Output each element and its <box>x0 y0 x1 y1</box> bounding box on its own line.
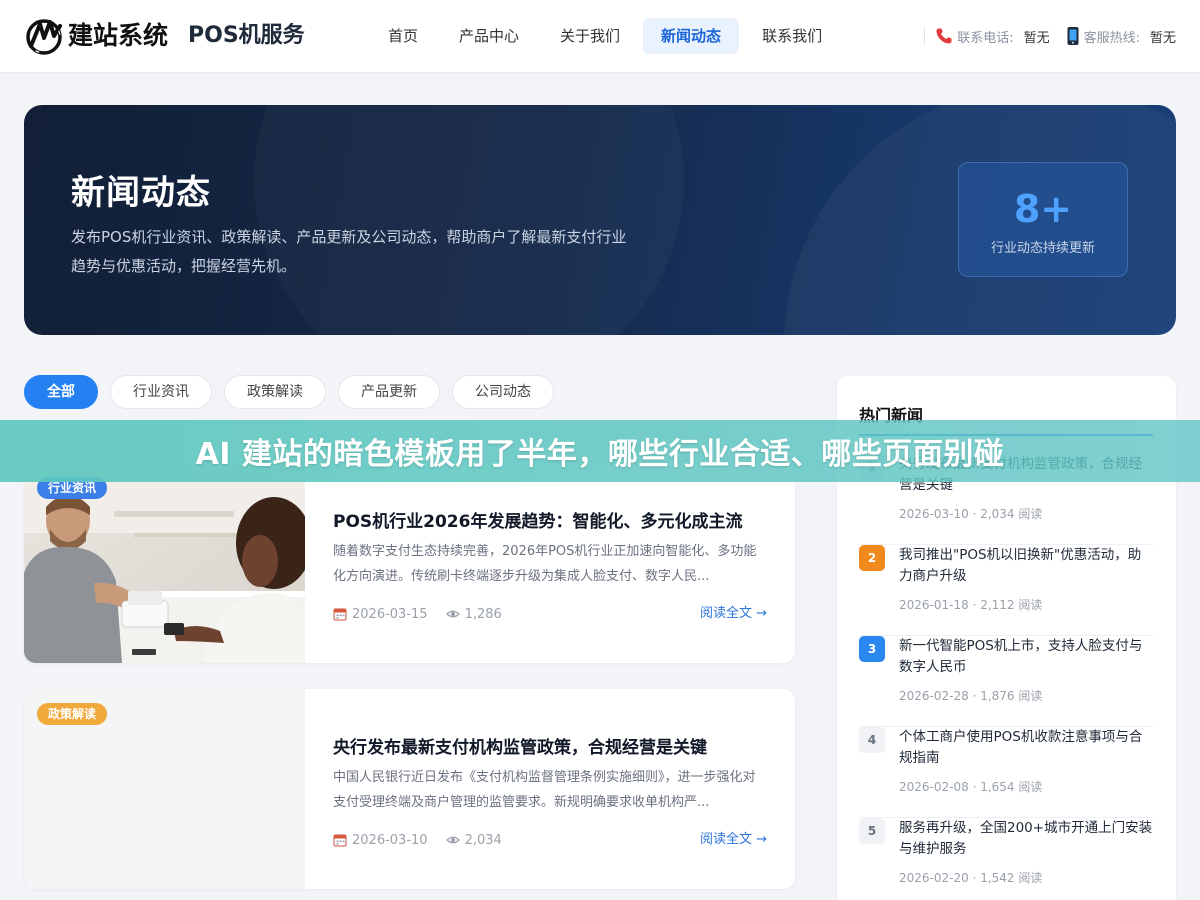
read-more-link[interactable]: 阅读全文 → <box>700 830 767 850</box>
hot-news-date: 2026-02-20 <box>899 871 969 885</box>
hot-news-views: 1,654 阅读 <box>980 780 1043 794</box>
logo-text: 建站系统 <box>68 21 169 50</box>
hotline-value: 暂无 <box>1149 30 1176 46</box>
hot-news-views: 1,542 阅读 <box>980 871 1043 885</box>
hot-news-views: 2,034 阅读 <box>980 507 1043 521</box>
eye-icon <box>445 610 460 618</box>
hot-news-meta: 2026-02-08 · 1,654 阅读 <box>899 780 1043 794</box>
calendar-icon <box>333 834 347 847</box>
nav-item-news[interactable]: 新闻动态 <box>643 18 740 54</box>
hot-news-date: 2026-02-08 <box>899 780 969 794</box>
hero-banner: 新闻动态 发布POS机行业资讯、政策解读、产品更新及公司动态，帮助商户了解最新支… <box>24 105 1176 335</box>
article-card[interactable]: 行业资讯 POS机行业2026年发展趋势：智能化、多元化成主流 随着数字支付生态… <box>24 463 795 663</box>
main-nav: 首页 产品中心 关于我们 新闻动态 联系我们 <box>370 18 845 54</box>
hero-stat-card: 8+ 行业动态持续更新 <box>958 162 1128 277</box>
contact-divider <box>924 27 926 45</box>
article-summary: 中国人民银行近日发布《支付机构监督管理条例实施细则》，进一步强化对支付受理终端及… <box>333 770 756 810</box>
hot-news-date: 2026-01-18 <box>899 598 969 612</box>
hot-news-item[interactable]: 2 我司推出"POS机以旧换新"优惠活动，助力商户升级 2026-01-18 ·… <box>859 545 1153 636</box>
hero-decoration <box>254 105 684 335</box>
mobile-icon <box>1067 27 1079 45</box>
hot-news-item[interactable]: 5 服务再升级，全国200+城市开通上门安装与维护服务 2026-02-20 ·… <box>859 818 1153 900</box>
hot-news-meta: 2026-02-20 · 1,542 阅读 <box>899 871 1043 885</box>
header-contact: 联系电话: 暂无 客服热线: 暂无 <box>924 24 1176 48</box>
article-thumbnail[interactable]: 行业资讯 <box>24 463 305 663</box>
phone-icon <box>936 28 952 44</box>
article-summary: 随着数字支付生态持续完善，2026年POS机行业正加速向智能化、多功能化方向演进… <box>333 544 757 584</box>
article-views: 1,286 <box>464 606 502 622</box>
rank-badge: 5 <box>859 818 885 844</box>
hot-news-item[interactable]: 3 新一代智能POS机上市，支持人脸支付与数字人民币 2026-02-28 · … <box>859 636 1153 727</box>
article-thumbnail[interactable]: 政策解读 <box>24 689 305 889</box>
hero-stat-label: 行业动态持续更新 <box>990 241 1095 256</box>
article-category-badge: 政策解读 <box>37 703 108 725</box>
hot-news-meta: 2026-02-28 · 1,876 阅读 <box>899 689 1043 703</box>
hotline-label: 客服热线: <box>1083 30 1140 46</box>
hot-news-date: 2026-02-28 <box>899 689 969 703</box>
site-logo[interactable]: 建站系统 POS机服务 <box>24 16 305 56</box>
category-filters: 全部 行业资讯 政策解读 产品更新 公司动态 <box>24 375 566 409</box>
rank-badge: 2 <box>859 545 885 571</box>
overlay-caption-banner: AI 建站的暗色模板用了半年，哪些行业合适、哪些页面别碰 <box>0 420 1200 482</box>
calendar-icon <box>333 608 347 621</box>
hot-news-title[interactable]: 服务再升级，全国200+城市开通上门安装与维护服务 <box>899 818 1153 860</box>
phone-value: 暂无 <box>1023 30 1050 46</box>
logo-subtitle: POS机服务 <box>188 23 305 48</box>
hot-news-meta: 2026-03-10 · 2,034 阅读 <box>899 507 1043 521</box>
hero-title: 新闻动态 <box>71 173 211 213</box>
nav-item-about[interactable]: 关于我们 <box>542 18 638 54</box>
hot-news-date: 2026-03-10 <box>899 507 969 521</box>
article-views: 2,034 <box>464 832 502 848</box>
filter-company[interactable]: 公司动态 <box>452 375 554 409</box>
hero-description: 发布POS机行业资讯、政策解读、产品更新及公司动态，帮助商户了解最新支付行业趋势… <box>71 228 627 275</box>
article-date: 2026-03-10 <box>352 832 428 848</box>
filter-policy[interactable]: 政策解读 <box>224 375 326 409</box>
hot-news-title[interactable]: 新一代智能POS机上市，支持人脸支付与数字人民币 <box>899 636 1153 678</box>
nav-item-contact[interactable]: 联系我们 <box>744 18 840 54</box>
article-card[interactable]: 政策解读 央行发布最新支付机构监管政策，合规经营是关键 中国人民银行近日发布《支… <box>24 689 795 889</box>
read-more-link[interactable]: 阅读全文 → <box>700 604 767 624</box>
article-title[interactable]: 央行发布最新支付机构监管政策，合规经营是关键 <box>333 733 707 758</box>
rank-badge: 4 <box>859 727 885 753</box>
site-header: 建站系统 POS机服务 首页 产品中心 关于我们 新闻动态 联系我们 联系电话:… <box>0 0 1200 72</box>
article-title[interactable]: POS机行业2026年发展趋势：智能化、多元化成主流 <box>333 507 742 532</box>
filter-industry[interactable]: 行业资讯 <box>110 375 212 409</box>
hero-stat-value: 8+ <box>1013 187 1073 231</box>
article-meta: 2026-03-15 1,286 <box>333 604 502 624</box>
filter-all[interactable]: 全部 <box>24 375 98 409</box>
rank-badge: 3 <box>859 636 885 662</box>
nav-item-products[interactable]: 产品中心 <box>441 18 537 54</box>
hot-news-meta: 2026-01-18 · 2,112 阅读 <box>899 598 1043 612</box>
article-date: 2026-03-15 <box>352 606 428 622</box>
hot-news-views: 1,876 阅读 <box>980 689 1043 703</box>
logo-mark-icon <box>26 19 62 55</box>
hot-news-title[interactable]: 我司推出"POS机以旧换新"优惠活动，助力商户升级 <box>899 545 1153 587</box>
overlay-caption-text: AI 建站的暗色模板用了半年，哪些行业合适、哪些页面别碰 <box>195 437 1005 472</box>
hot-news-views: 2,112 阅读 <box>980 598 1043 612</box>
nav-item-home[interactable]: 首页 <box>370 18 436 54</box>
phone-label: 联系电话: <box>957 30 1014 46</box>
article-meta: 2026-03-10 2,034 <box>333 830 502 850</box>
hot-news-item[interactable]: 4 个体工商户使用POS机收款注意事项与合规指南 2026-02-08 · 1,… <box>859 727 1153 818</box>
hot-news-title[interactable]: 个体工商户使用POS机收款注意事项与合规指南 <box>899 727 1153 769</box>
filter-product[interactable]: 产品更新 <box>338 375 440 409</box>
eye-icon <box>445 836 460 844</box>
